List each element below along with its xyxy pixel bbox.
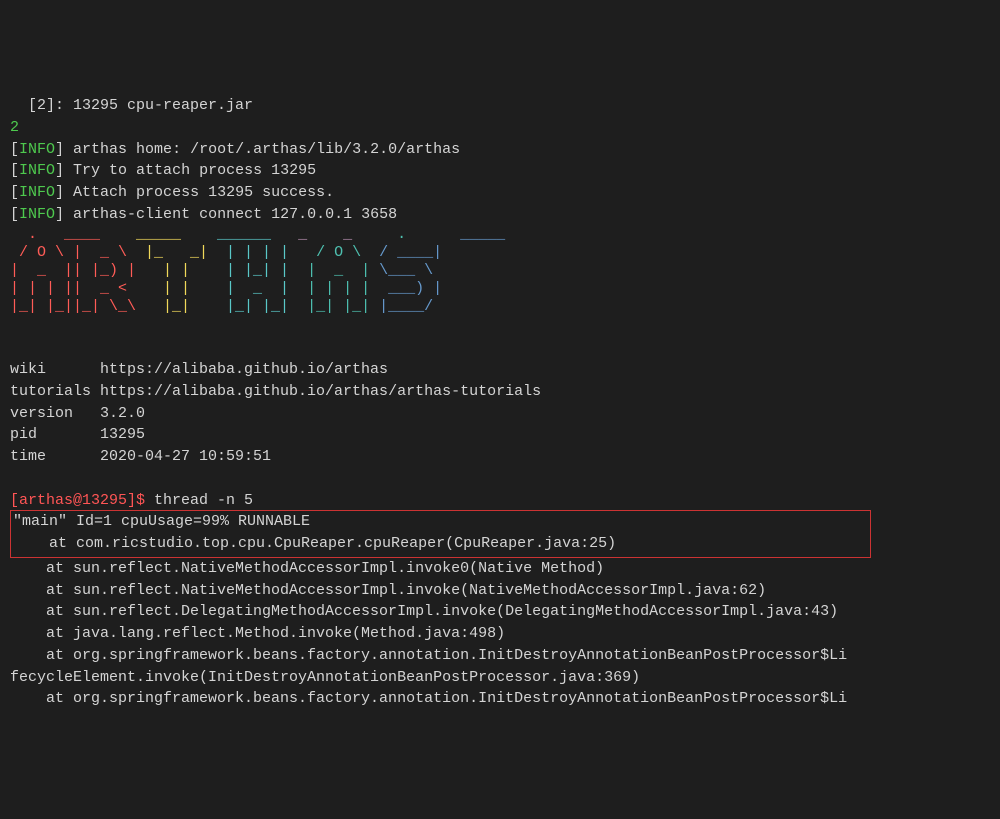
stack-frame: at java.lang.reflect.Method.invoke(Metho… [10, 625, 505, 642]
info-line: [INFO] arthas-client connect 127.0.0.1 3… [10, 206, 397, 223]
stack-frame: at org.springframework.beans.factory.ann… [10, 647, 847, 664]
meta-version: version 3.2.0 [10, 405, 145, 422]
stack-frame-top: at com.ricstudio.top.cpu.CpuReaper.cpuRe… [13, 535, 616, 552]
stack-frame: fecycleElement.invoke(InitDestroyAnnotat… [10, 669, 640, 686]
highlighted-thread: "main" Id=1 cpuUsage=99% RUNNABLE at com… [10, 510, 871, 558]
stack-frame: at sun.reflect.NativeMethodAccessorImpl.… [10, 560, 604, 577]
prompt-line[interactable]: [arthas@13295]$ thread -n 5 [10, 492, 253, 509]
stack-frame: at org.springframework.beans.factory.ann… [10, 690, 847, 707]
ascii-banner: . ____ _____ ______ _ _ . _____ / O \ | … [10, 226, 990, 316]
info-line: [INFO] Try to attach process 13295 [10, 162, 316, 179]
info-line: [INFO] arthas home: /root/.arthas/lib/3.… [10, 141, 460, 158]
command-input[interactable]: thread -n 5 [154, 492, 253, 509]
terminal-output[interactable]: [2]: 13295 cpu-reaper.jar 2 [INFO] artha… [10, 95, 990, 710]
thread-header: "main" Id=1 cpuUsage=99% RUNNABLE [13, 513, 310, 530]
info-line: [INFO] Attach process 13295 success. [10, 184, 334, 201]
meta-tutorials: tutorials https://alibaba.github.io/arth… [10, 383, 541, 400]
meta-pid: pid 13295 [10, 426, 145, 443]
stack-frame: at sun.reflect.DelegatingMethodAccessorI… [10, 603, 838, 620]
stack-frame: at sun.reflect.NativeMethodAccessorImpl.… [10, 582, 766, 599]
choice-input: 2 [10, 119, 19, 136]
meta-wiki: wiki https://alibaba.github.io/arthas [10, 361, 388, 378]
meta-time: time 2020-04-27 10:59:51 [10, 448, 271, 465]
process-line: [2]: 13295 cpu-reaper.jar [10, 97, 253, 114]
